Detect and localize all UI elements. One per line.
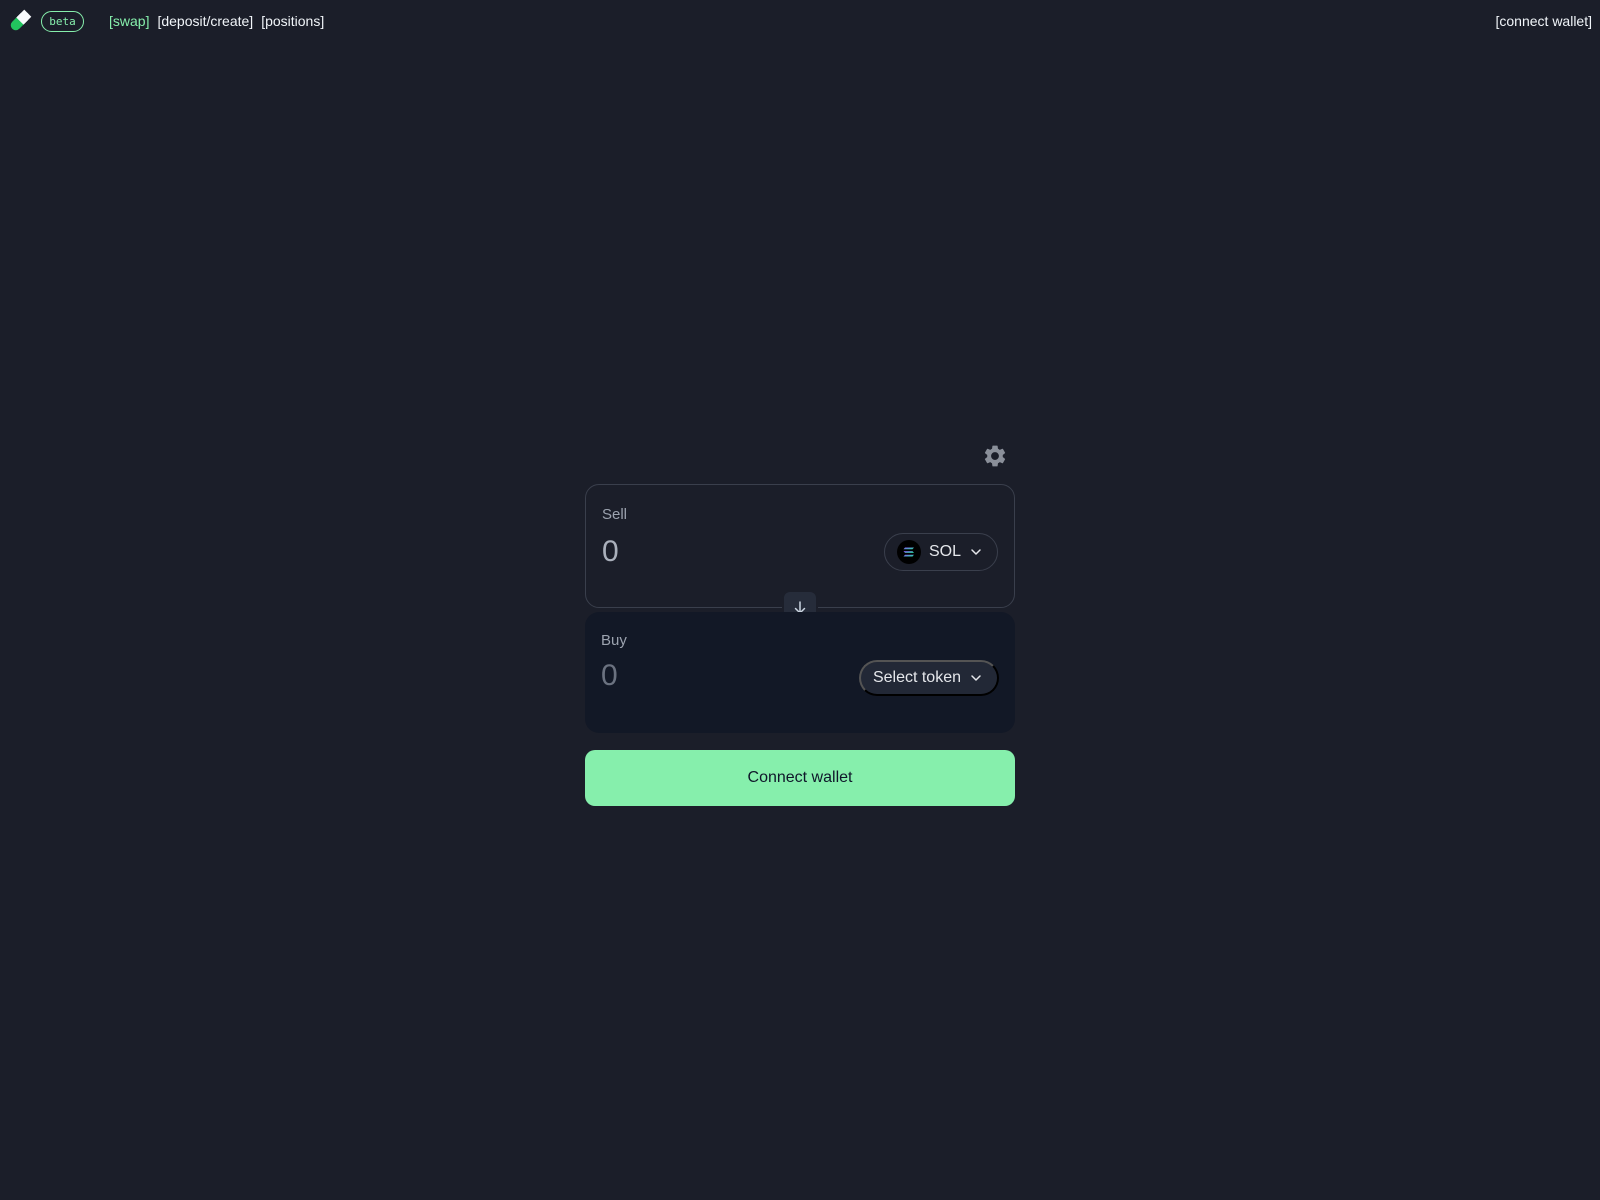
beta-badge: beta xyxy=(41,11,84,32)
buy-amount-input[interactable] xyxy=(601,659,851,693)
chevron-down-icon xyxy=(971,675,981,681)
nav-positions[interactable]: [positions] xyxy=(261,12,324,30)
buy-label: Buy xyxy=(601,632,627,649)
pill-logo-icon[interactable] xyxy=(8,9,32,33)
sell-token-selector[interactable]: SOL xyxy=(883,533,998,571)
top-navbar: beta [swap] [deposit/create] [positions]… xyxy=(0,0,1600,42)
gear-icon[interactable] xyxy=(982,443,1008,469)
main-nav: [swap] [deposit/create] [positions] xyxy=(109,12,324,30)
connect-wallet-link[interactable]: [connect wallet] xyxy=(1496,12,1593,30)
buy-panel: Buy Select token xyxy=(585,612,1015,733)
chevron-down-icon xyxy=(971,549,981,555)
nav-swap[interactable]: [swap] xyxy=(109,12,149,30)
sell-amount-input[interactable] xyxy=(602,535,852,569)
sell-token-label: SOL xyxy=(928,543,961,560)
buy-token-selector[interactable]: Select token xyxy=(858,660,999,696)
nav-deposit-create[interactable]: [deposit/create] xyxy=(157,12,253,30)
connect-wallet-button[interactable]: Connect wallet xyxy=(585,750,1015,806)
solana-icon xyxy=(896,540,921,564)
sell-label: Sell xyxy=(602,506,628,523)
select-token-label: Select token xyxy=(872,669,961,686)
